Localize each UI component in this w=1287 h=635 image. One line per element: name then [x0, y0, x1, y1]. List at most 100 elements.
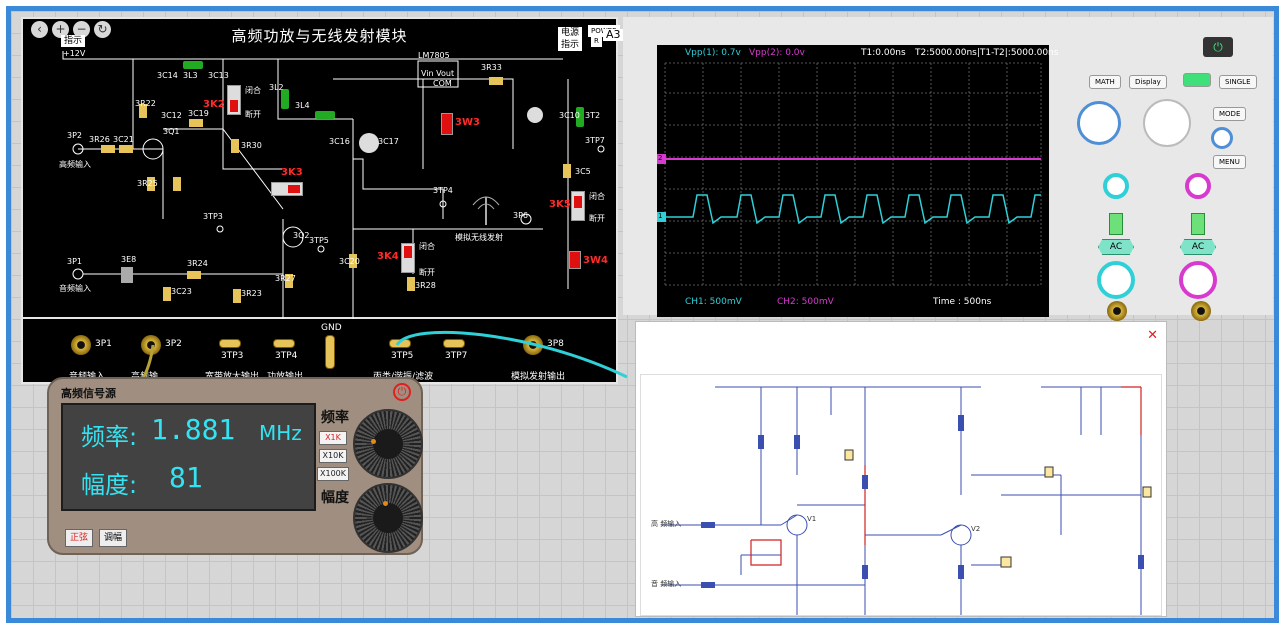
switch-3k5-closed: 闭合: [589, 192, 605, 201]
label-3c23: 3C23: [171, 287, 192, 296]
label-3r23: 3R23: [241, 289, 262, 298]
ch1-scale-knob[interactable]: [1097, 261, 1135, 299]
jack-3p1[interactable]: [71, 335, 91, 355]
schematic-diagram: 高 频输入 音 频输入 V1 V2: [640, 374, 1162, 616]
amp-label: 幅度:: [81, 471, 138, 499]
switch-3k4-label: 3K4: [377, 251, 399, 262]
timebase-readout: Time : 500ns: [933, 297, 992, 307]
jack-3p8[interactable]: [523, 335, 543, 355]
amp-value: 81: [169, 461, 203, 494]
pin-3tp7[interactable]: [443, 339, 465, 348]
gnd-terminal[interactable]: [325, 335, 335, 369]
label-com: COM: [433, 79, 452, 88]
power-icon[interactable]: ⏻: [393, 383, 411, 401]
label-3c13: 3C13: [208, 71, 229, 80]
label-3c5: 3C5: [575, 167, 591, 176]
freq-label: 频率:: [81, 423, 138, 451]
switch-3k4-closed: 闭合: [419, 242, 435, 251]
label-hf-input: 高频输入: [59, 160, 91, 169]
pin-3tp4-label: 3TP4: [275, 351, 298, 361]
ch2-ac-button[interactable]: AC: [1180, 239, 1216, 255]
label-3tp7: 3TP7: [585, 136, 605, 145]
label-lm7805: LM7805: [418, 51, 450, 60]
switch-3k5[interactable]: [571, 191, 585, 221]
menu-button[interactable]: MENU: [1213, 155, 1246, 169]
display-button[interactable]: Display: [1129, 75, 1167, 89]
generator-title: 高频信号源: [61, 387, 116, 400]
ch2-position-knob[interactable]: [1185, 173, 1211, 199]
board-circuit: [62, 51, 605, 319]
pot-3w4[interactable]: [569, 251, 581, 269]
label-3t2: 3T2: [585, 111, 601, 120]
ch1-ac-button[interactable]: AC: [1098, 239, 1134, 255]
label-3c16: 3C16: [329, 137, 350, 146]
run-button[interactable]: [1183, 73, 1211, 87]
label-3c10: 3C10: [559, 111, 580, 120]
ch2-marker: 2: [658, 154, 663, 162]
ch1-select-button[interactable]: [1109, 213, 1123, 235]
pot-3w3[interactable]: [441, 113, 453, 135]
math-button[interactable]: MATH: [1089, 75, 1121, 89]
label-3r33: 3R33: [481, 63, 502, 72]
label-3tp3: 3TP3: [203, 212, 223, 221]
schematic-lines: [661, 386, 1152, 615]
pin-3tp4[interactable]: [273, 339, 295, 348]
label-3c19: 3C19: [188, 109, 209, 118]
label-3c20: 3C20: [339, 257, 360, 266]
schematic-hf-input: 高 频输入: [651, 520, 682, 528]
ch2-select-button[interactable]: [1191, 213, 1205, 235]
label-3r30: 3R30: [241, 141, 262, 150]
ch1-input-jack[interactable]: [1107, 301, 1127, 321]
switch-3k2-label: 3K2: [203, 99, 225, 110]
label-3tp4: 3TP4: [433, 186, 453, 195]
trigger-knob[interactable]: [1143, 99, 1191, 147]
label-vin-vout: Vin Vout: [421, 69, 455, 78]
schematic-popup: ✕ 高 频输入 音 频输入 V1 V2: [635, 321, 1167, 617]
label-3c14: 3C14: [157, 71, 178, 80]
horizontal-knob[interactable]: [1077, 101, 1121, 145]
close-icon[interactable]: ✕: [1147, 328, 1158, 343]
switch-3k2-open: 断开: [245, 110, 261, 119]
label-3e8: 3E8: [121, 255, 137, 264]
freq-value: 1.881: [151, 413, 236, 446]
ch2-input-jack[interactable]: [1191, 301, 1211, 321]
x1k-button[interactable]: X1K: [319, 431, 347, 445]
sine-button[interactable]: 正弦: [65, 529, 94, 547]
ch1-position-knob[interactable]: [1103, 173, 1129, 199]
freq-unit: MHz: [259, 421, 302, 445]
switch-3k2[interactable]: [227, 85, 241, 115]
scope-power-button[interactable]: ⏻: [1203, 37, 1233, 57]
label-3r26: 3R26: [89, 135, 110, 144]
label-3l2: 3L2: [269, 83, 284, 92]
pin-3tp3[interactable]: [219, 339, 241, 348]
amp-knob-label: 幅度: [321, 490, 349, 506]
x100k-button[interactable]: X100K: [317, 467, 349, 481]
jack-3p1-label: 3P1: [95, 339, 112, 349]
amp-knob[interactable]: [353, 483, 423, 553]
mode-button[interactable]: MODE: [1213, 107, 1247, 121]
label-3r27: 3R27: [275, 274, 296, 283]
label-3r28: 3R28: [415, 281, 436, 290]
jack-3p2[interactable]: [141, 335, 161, 355]
jack-3p2-label: 3P2: [165, 339, 182, 349]
switch-3k3-label: 3K3: [281, 167, 303, 178]
x10k-button[interactable]: X10K: [319, 449, 347, 463]
switch-3k4[interactable]: [401, 243, 415, 273]
switch-3k3[interactable]: [271, 182, 303, 196]
ch1-scale: CH1: 500mV: [685, 297, 742, 307]
pin-3tp7-label: 3TP7: [445, 351, 468, 361]
pin-3tp5[interactable]: [389, 339, 411, 348]
module-board: ‹ + − ↻ 指示 +12V 高频功放与无线发射模块 电源 指示 POWER …: [21, 17, 624, 319]
label-3c21: 3C21: [113, 135, 134, 144]
ch2-scale-knob[interactable]: [1179, 261, 1217, 299]
freq-knob[interactable]: [353, 409, 423, 479]
switch-3k5-open: 断开: [589, 214, 605, 223]
generator-display: 频率: 1.881 MHz 幅度: 81: [61, 403, 316, 511]
connector-strip: 3P1 3P2 3TP3 3TP4 GND 3TP5 3TP7 3P8 音频输入…: [21, 319, 618, 384]
label-wireless-tx: 模拟无线发射: [455, 233, 503, 242]
schematic-audio-input: 音 频输入: [651, 580, 682, 588]
single-button[interactable]: SINGLE: [1219, 75, 1257, 89]
am-button[interactable]: 调幅: [99, 529, 128, 547]
mode-knob[interactable]: [1211, 127, 1233, 149]
label-3tp5: 3TP5: [309, 236, 329, 245]
